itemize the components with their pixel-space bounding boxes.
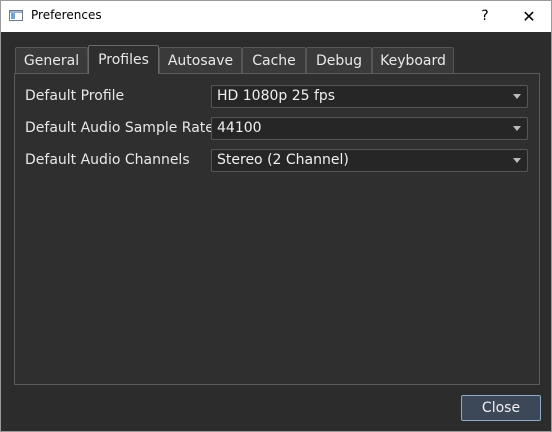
- window-title: Preferences: [31, 8, 102, 22]
- audio-channels-value: Stereo (2 Channel): [217, 152, 349, 168]
- sample-rate-value: 44100: [217, 120, 262, 136]
- sample-rate-label: Default Audio Sample Rate: [25, 120, 214, 136]
- default-profile-select[interactable]: HD 1080p 25 fps: [211, 85, 528, 108]
- tab-cache[interactable]: Cache: [242, 47, 306, 73]
- audio-channels-label: Default Audio Channels: [25, 152, 190, 168]
- preferences-window: Preferences ? ✕ General Profiles Autosav…: [0, 0, 552, 432]
- title-bar: Preferences ? ✕: [1, 1, 551, 32]
- window-icon: [9, 10, 23, 21]
- default-profile-value: HD 1080p 25 fps: [217, 88, 336, 104]
- chevron-down-icon: [513, 158, 521, 163]
- chevron-down-icon: [513, 126, 521, 131]
- close-button[interactable]: Close: [461, 395, 541, 421]
- window-close-button[interactable]: ✕: [507, 1, 551, 32]
- close-icon: ✕: [522, 7, 536, 26]
- default-profile-label: Default Profile: [25, 88, 125, 104]
- audio-channels-select[interactable]: Stereo (2 Channel): [211, 149, 528, 172]
- tab-autosave[interactable]: Autosave: [159, 47, 242, 73]
- help-button[interactable]: ?: [467, 1, 503, 32]
- tab-general[interactable]: General: [15, 47, 88, 73]
- tab-debug[interactable]: Debug: [306, 47, 372, 73]
- tab-profiles[interactable]: Profiles: [88, 45, 159, 74]
- tab-keyboard[interactable]: Keyboard: [372, 47, 454, 73]
- chevron-down-icon: [513, 94, 521, 99]
- sample-rate-select[interactable]: 44100: [211, 117, 528, 140]
